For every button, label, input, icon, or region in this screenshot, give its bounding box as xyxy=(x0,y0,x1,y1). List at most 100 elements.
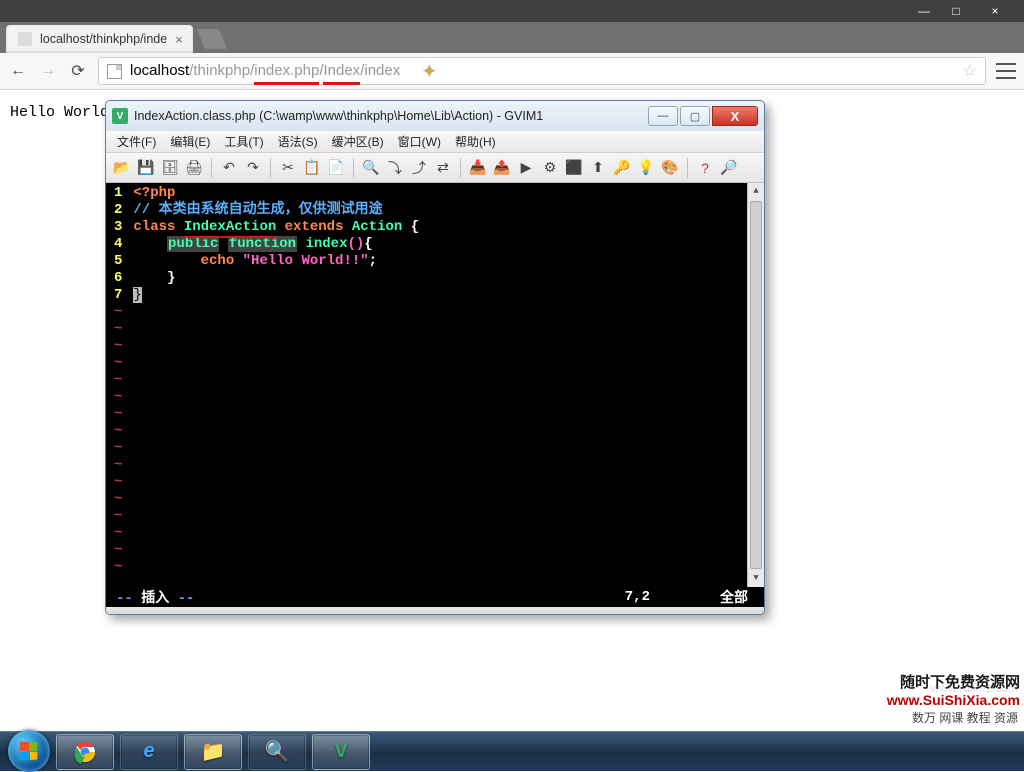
windows-taskbar: e 📁 🔍 V xyxy=(0,731,1024,771)
open-icon[interactable]: 📂 xyxy=(112,158,132,178)
window-maximize-button[interactable]: □ xyxy=(940,0,972,22)
paint-icon[interactable]: 🎨 xyxy=(660,158,680,178)
window-close-button[interactable]: × xyxy=(972,0,1018,22)
address-bar[interactable]: localhost/thinkphp/index.php/Index/index… xyxy=(98,57,986,85)
gvim-titlebar[interactable]: V IndexAction.class.php (C:\wamp\www\thi… xyxy=(106,101,764,131)
close-icon: × xyxy=(991,4,998,18)
save-all-icon[interactable]: 🗄 xyxy=(160,158,180,178)
menu-tools[interactable]: 工具(T) xyxy=(217,131,270,152)
gvim-window-border-bottom xyxy=(106,607,764,614)
taskbar-item-gvim[interactable]: V xyxy=(312,734,370,770)
menu-help[interactable]: 帮助(H) xyxy=(448,131,503,152)
make-icon[interactable]: ⚙ xyxy=(540,158,560,178)
gvim-minimize-button[interactable]: — xyxy=(648,106,678,126)
light-icon[interactable]: 💡 xyxy=(636,158,656,178)
windows-logo-icon xyxy=(20,741,38,760)
page-icon xyxy=(107,64,122,79)
arrow-right-icon: → xyxy=(40,62,56,80)
line-number-gutter: 1 2 3 4 5 6 7 ~ ~ ~ ~ ~ ~ ~ ~ ~ ~ ~ ~ ~ … xyxy=(106,183,133,587)
watermark-line3: 数万 网课 教程 资源 xyxy=(887,708,1020,727)
code-area[interactable]: <?php // 本类由系统自动生成，仅供测试用途 class IndexAct… xyxy=(133,183,764,587)
gvim-window: V IndexAction.class.php (C:\wamp\www\thi… xyxy=(105,100,765,615)
gvim-maximize-button[interactable]: ▢ xyxy=(680,106,710,126)
find-prev-icon[interactable]: ⤴ xyxy=(409,158,429,178)
help-icon[interactable]: ? xyxy=(695,158,715,178)
menu-edit[interactable]: 编辑(E) xyxy=(163,131,217,152)
menu-syntax[interactable]: 语法(S) xyxy=(271,131,325,152)
url-host: localhost xyxy=(130,62,189,79)
gvim-menubar: 文件(F) 编辑(E) 工具(T) 语法(S) 缓冲区(B) 窗口(W) 帮助(… xyxy=(106,131,764,153)
replace-icon[interactable]: ⇄ xyxy=(433,158,453,178)
toolbar-separator xyxy=(460,158,461,178)
tab-close-icon[interactable]: × xyxy=(175,32,183,47)
save-session-icon[interactable]: 📤 xyxy=(492,158,512,178)
chrome-menu-button[interactable] xyxy=(996,63,1016,79)
find-next-icon[interactable]: ⤵ xyxy=(385,158,405,178)
tab-title: localhost/thinkphp/inde xyxy=(40,32,167,46)
minimize-icon: — xyxy=(658,110,669,122)
print-icon[interactable]: 🖨 xyxy=(184,158,204,178)
toolbar-separator xyxy=(270,158,271,178)
key-icon[interactable]: 🔑 xyxy=(612,158,632,178)
cut-icon[interactable]: ✂ xyxy=(278,158,298,178)
search-help-icon[interactable]: 🔎 xyxy=(719,158,739,178)
watermark-line2: www.SuiShiXia.com xyxy=(887,692,1020,708)
undo-icon[interactable]: ↶ xyxy=(219,158,239,178)
window-minimize-button[interactable]: — xyxy=(908,0,940,22)
menu-window[interactable]: 窗口(W) xyxy=(391,131,448,152)
gvim-toolbar: 📂 💾 🗄 🖨 ↶ ↷ ✂ 📋 📄 🔍 ⤵ ⤴ ⇄ 📥 📤 ▶ ⚙ ⬛ ⬆ 🔑 … xyxy=(106,153,764,183)
forward-button[interactable]: → xyxy=(38,61,58,81)
os-window-titlebar: — □ × xyxy=(0,0,1024,22)
watermark-line1: 随时下免费资源网 xyxy=(887,671,1020,692)
paste-icon[interactable]: 📄 xyxy=(326,158,346,178)
chrome-icon xyxy=(73,740,97,764)
minimize-icon: — xyxy=(918,4,930,18)
scroll-up-icon[interactable]: ▲ xyxy=(748,183,764,200)
status-position: 7,2 xyxy=(625,589,650,605)
redo-icon[interactable]: ↷ xyxy=(243,158,263,178)
start-button[interactable] xyxy=(8,730,50,772)
tag-jump-icon[interactable]: ⬆ xyxy=(588,158,608,178)
taskbar-item-magnifier[interactable]: 🔍 xyxy=(248,734,306,770)
scroll-down-icon[interactable]: ▼ xyxy=(748,570,764,587)
watermark: 随时下免费资源网 www.SuiShiXia.com 数万 网课 教程 资源 xyxy=(887,671,1020,727)
load-session-icon[interactable]: 📥 xyxy=(468,158,488,178)
find-icon[interactable]: 🔍 xyxy=(361,158,381,178)
browser-tab-active[interactable]: localhost/thinkphp/inde × xyxy=(6,25,193,53)
extension-icon[interactable]: ✦ xyxy=(408,58,450,84)
gvim-vertical-scrollbar[interactable]: ▲ ▼ xyxy=(747,183,764,587)
gvim-window-buttons: — ▢ X xyxy=(648,106,758,126)
back-button[interactable]: ← xyxy=(8,61,28,81)
ie-icon: e xyxy=(143,740,154,763)
scroll-thumb[interactable] xyxy=(750,201,762,569)
gvim-statusline: -- 插入 -- 7,2 全部 xyxy=(106,587,764,607)
gvim-close-button[interactable]: X xyxy=(712,106,758,126)
folder-icon: 📁 xyxy=(201,739,226,764)
tab-favicon xyxy=(18,32,32,46)
new-tab-button[interactable] xyxy=(197,29,227,49)
save-icon[interactable]: 💾 xyxy=(136,158,156,178)
maximize-icon: ▢ xyxy=(690,110,700,123)
reload-button[interactable]: ⟳ xyxy=(68,61,88,81)
menu-file[interactable]: 文件(F) xyxy=(110,131,163,152)
shell-icon[interactable]: ⬛ xyxy=(564,158,584,178)
cursor: } xyxy=(133,287,141,303)
url-path: /thinkphp/index.php/Index/index xyxy=(189,62,400,79)
browser-tabstrip: localhost/thinkphp/inde × xyxy=(0,22,1024,53)
taskbar-item-explorer[interactable]: 📁 xyxy=(184,734,242,770)
status-mode: -- 插入 -- xyxy=(116,587,194,607)
maximize-icon: □ xyxy=(952,4,959,18)
run-script-icon[interactable]: ▶ xyxy=(516,158,536,178)
taskbar-item-ie[interactable]: e xyxy=(120,734,178,770)
menu-buffers[interactable]: 缓冲区(B) xyxy=(325,131,391,152)
copy-icon[interactable]: 📋 xyxy=(302,158,322,178)
arrow-left-icon: ← xyxy=(10,62,26,80)
toolbar-separator xyxy=(353,158,354,178)
toolbar-separator xyxy=(211,158,212,178)
gvim-editor[interactable]: 1 2 3 4 5 6 7 ~ ~ ~ ~ ~ ~ ~ ~ ~ ~ ~ ~ ~ … xyxy=(106,183,764,587)
toolbar-separator xyxy=(687,158,688,178)
taskbar-item-chrome[interactable] xyxy=(56,734,114,770)
bookmark-star-icon[interactable]: ☆ xyxy=(963,61,977,81)
url-text: localhost/thinkphp/index.php/Index/index xyxy=(130,62,400,80)
gvim-icon: V xyxy=(334,740,347,763)
